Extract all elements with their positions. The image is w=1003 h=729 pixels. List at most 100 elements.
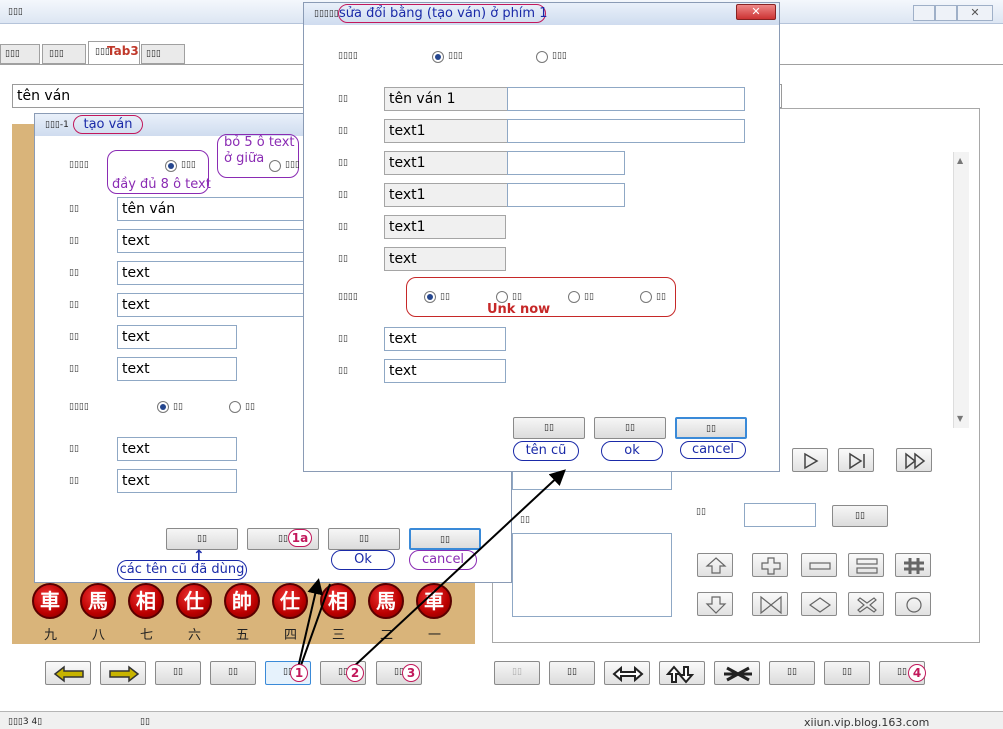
create-radio-full[interactable]: [165, 160, 177, 172]
maximize-button[interactable]: [935, 5, 957, 21]
diamond-icon: [808, 597, 832, 613]
create-radio-compact-label: ▯▯▯: [285, 160, 300, 170]
up-arrow-button[interactable]: [697, 553, 733, 577]
toolbar-button-1[interactable]: ▯▯: [155, 661, 201, 685]
column-label-8: 二: [380, 628, 394, 643]
edit-dialog-close-button[interactable]: ✕: [736, 4, 776, 20]
right-toolbar-button-2[interactable]: ▯▯: [549, 661, 595, 685]
value-button[interactable]: ▯▯: [832, 505, 888, 527]
create-ok-button[interactable]: ▯▯: [328, 528, 400, 550]
back-arrow-button[interactable]: [45, 661, 91, 685]
edit-row-label-8: ▯▯: [338, 366, 348, 376]
equals-button[interactable]: [848, 553, 884, 577]
anno-remove-middle: bỏ 5 ô text ở giữa: [217, 134, 299, 178]
minimize-button[interactable]: [913, 5, 935, 21]
plus-button[interactable]: [752, 553, 788, 577]
shuffle-button[interactable]: [714, 661, 760, 685]
swap-horizontal-button[interactable]: [604, 661, 650, 685]
edit-ok-button[interactable]: ▯▯: [594, 417, 666, 439]
value-input[interactable]: [744, 503, 816, 527]
create-field-8[interactable]: text: [117, 469, 237, 493]
create-field-7[interactable]: text: [117, 437, 237, 461]
edit-radio2-opt1[interactable]: [424, 291, 436, 303]
tab-1[interactable]: ▯▯▯: [0, 44, 40, 64]
create-field-5[interactable]: text: [117, 325, 237, 349]
next-button[interactable]: [838, 448, 874, 472]
column-label-9: 一: [428, 628, 442, 643]
piece-1[interactable]: 車: [32, 583, 68, 619]
create-field-4[interactable]: text: [117, 293, 303, 317]
edit-field-4[interactable]: text1: [384, 183, 508, 207]
create-radio2-opt1[interactable]: [157, 401, 169, 413]
edit-value-2[interactable]: [507, 119, 745, 143]
edit-field-7[interactable]: text: [384, 327, 506, 351]
edit-field-6[interactable]: text: [384, 247, 506, 271]
create-row-label-1: ▯▯: [69, 204, 79, 214]
edit-radio2-label: ▯▯▯▯: [338, 292, 358, 302]
right-toolbar-button-4[interactable]: ▯▯: [824, 661, 870, 685]
edit-old-name-button[interactable]: ▯▯: [513, 417, 585, 439]
create-field-3[interactable]: text: [117, 261, 303, 285]
edit-radio-full[interactable]: [432, 51, 444, 63]
create-row-label-7: ▯▯: [69, 444, 79, 454]
forward-arrow-button[interactable]: [100, 661, 146, 685]
create-name-field[interactable]: tên ván: [117, 197, 303, 221]
edit-row-label-4: ▯▯: [338, 190, 348, 200]
edit-cancel-button[interactable]: ▯▯: [675, 417, 747, 439]
main-title: ▯▯▯: [8, 7, 23, 17]
piece-3[interactable]: 相: [128, 583, 164, 619]
create-radio-compact[interactable]: [269, 160, 281, 172]
tab-4[interactable]: ▯▯▯: [141, 44, 185, 64]
edit-radio-compact[interactable]: [536, 51, 548, 63]
edit-value-4[interactable]: [507, 183, 625, 207]
piece-9[interactable]: 車: [416, 583, 452, 619]
piece-4[interactable]: 仕: [176, 583, 212, 619]
close-button[interactable]: ✕: [957, 5, 993, 21]
minus-button[interactable]: [801, 553, 837, 577]
edit-name-field[interactable]: tên ván 1: [384, 87, 508, 111]
edit-radio2-opt4[interactable]: [640, 291, 652, 303]
piece-7[interactable]: 相: [320, 583, 356, 619]
scrollbar[interactable]: ▲ ▼: [953, 152, 969, 428]
swap-horizontal-icon: [612, 665, 644, 683]
tab-3[interactable]: ▯▯▯ Tab3: [88, 41, 140, 65]
notes-area[interactable]: [512, 533, 672, 617]
fast-forward-button[interactable]: [896, 448, 932, 472]
piece-2[interactable]: 馬: [80, 583, 116, 619]
create-old-names-button[interactable]: ▯▯: [166, 528, 238, 550]
minus-icon: [809, 562, 831, 570]
create-radio2-opt2[interactable]: [229, 401, 241, 413]
play-button[interactable]: [792, 448, 828, 472]
edit-field-2[interactable]: text1: [384, 119, 508, 143]
circle-button[interactable]: [895, 592, 931, 616]
x-button[interactable]: [848, 592, 884, 616]
create-cancel-button[interactable]: ▯▯: [409, 528, 481, 550]
edit-field-3[interactable]: text1: [384, 151, 508, 175]
bowtie-button[interactable]: [752, 592, 788, 616]
create-field-6[interactable]: text: [117, 357, 237, 381]
edit-radio2-opt3[interactable]: [568, 291, 580, 303]
right-toolbar-button-1[interactable]: ▯▯: [494, 661, 540, 685]
edit-name-value[interactable]: [507, 87, 745, 111]
piece-6[interactable]: 仕: [272, 583, 308, 619]
edit-row-label-7: ▯▯: [338, 334, 348, 344]
piece-5[interactable]: 帥: [224, 583, 260, 619]
edit-value-3[interactable]: [507, 151, 625, 175]
right-toolbar-button-3[interactable]: ▯▯: [769, 661, 815, 685]
piece-8[interactable]: 馬: [368, 583, 404, 619]
down-arrow-button[interactable]: [697, 592, 733, 616]
edit-field-8[interactable]: text: [384, 359, 506, 383]
hash-button[interactable]: [895, 553, 931, 577]
swap-vertical-button[interactable]: [659, 661, 705, 685]
edit-radio-full-label: ▯▯▯: [448, 51, 463, 61]
equals-icon: [856, 558, 878, 574]
create-radio-full-label: ▯▯▯: [181, 160, 196, 170]
edit-radio2-opt2[interactable]: [496, 291, 508, 303]
edit-radio2-opt1-label: ▯▯: [440, 292, 450, 302]
create-field-2[interactable]: text: [117, 229, 303, 253]
tab-2[interactable]: ▯▯▯: [42, 44, 86, 64]
toolbar-button-2[interactable]: ▯▯: [210, 661, 256, 685]
edit-field-5[interactable]: text1: [384, 215, 506, 239]
edit-row-label-6: ▯▯: [338, 254, 348, 264]
diamond-button[interactable]: [801, 592, 837, 616]
